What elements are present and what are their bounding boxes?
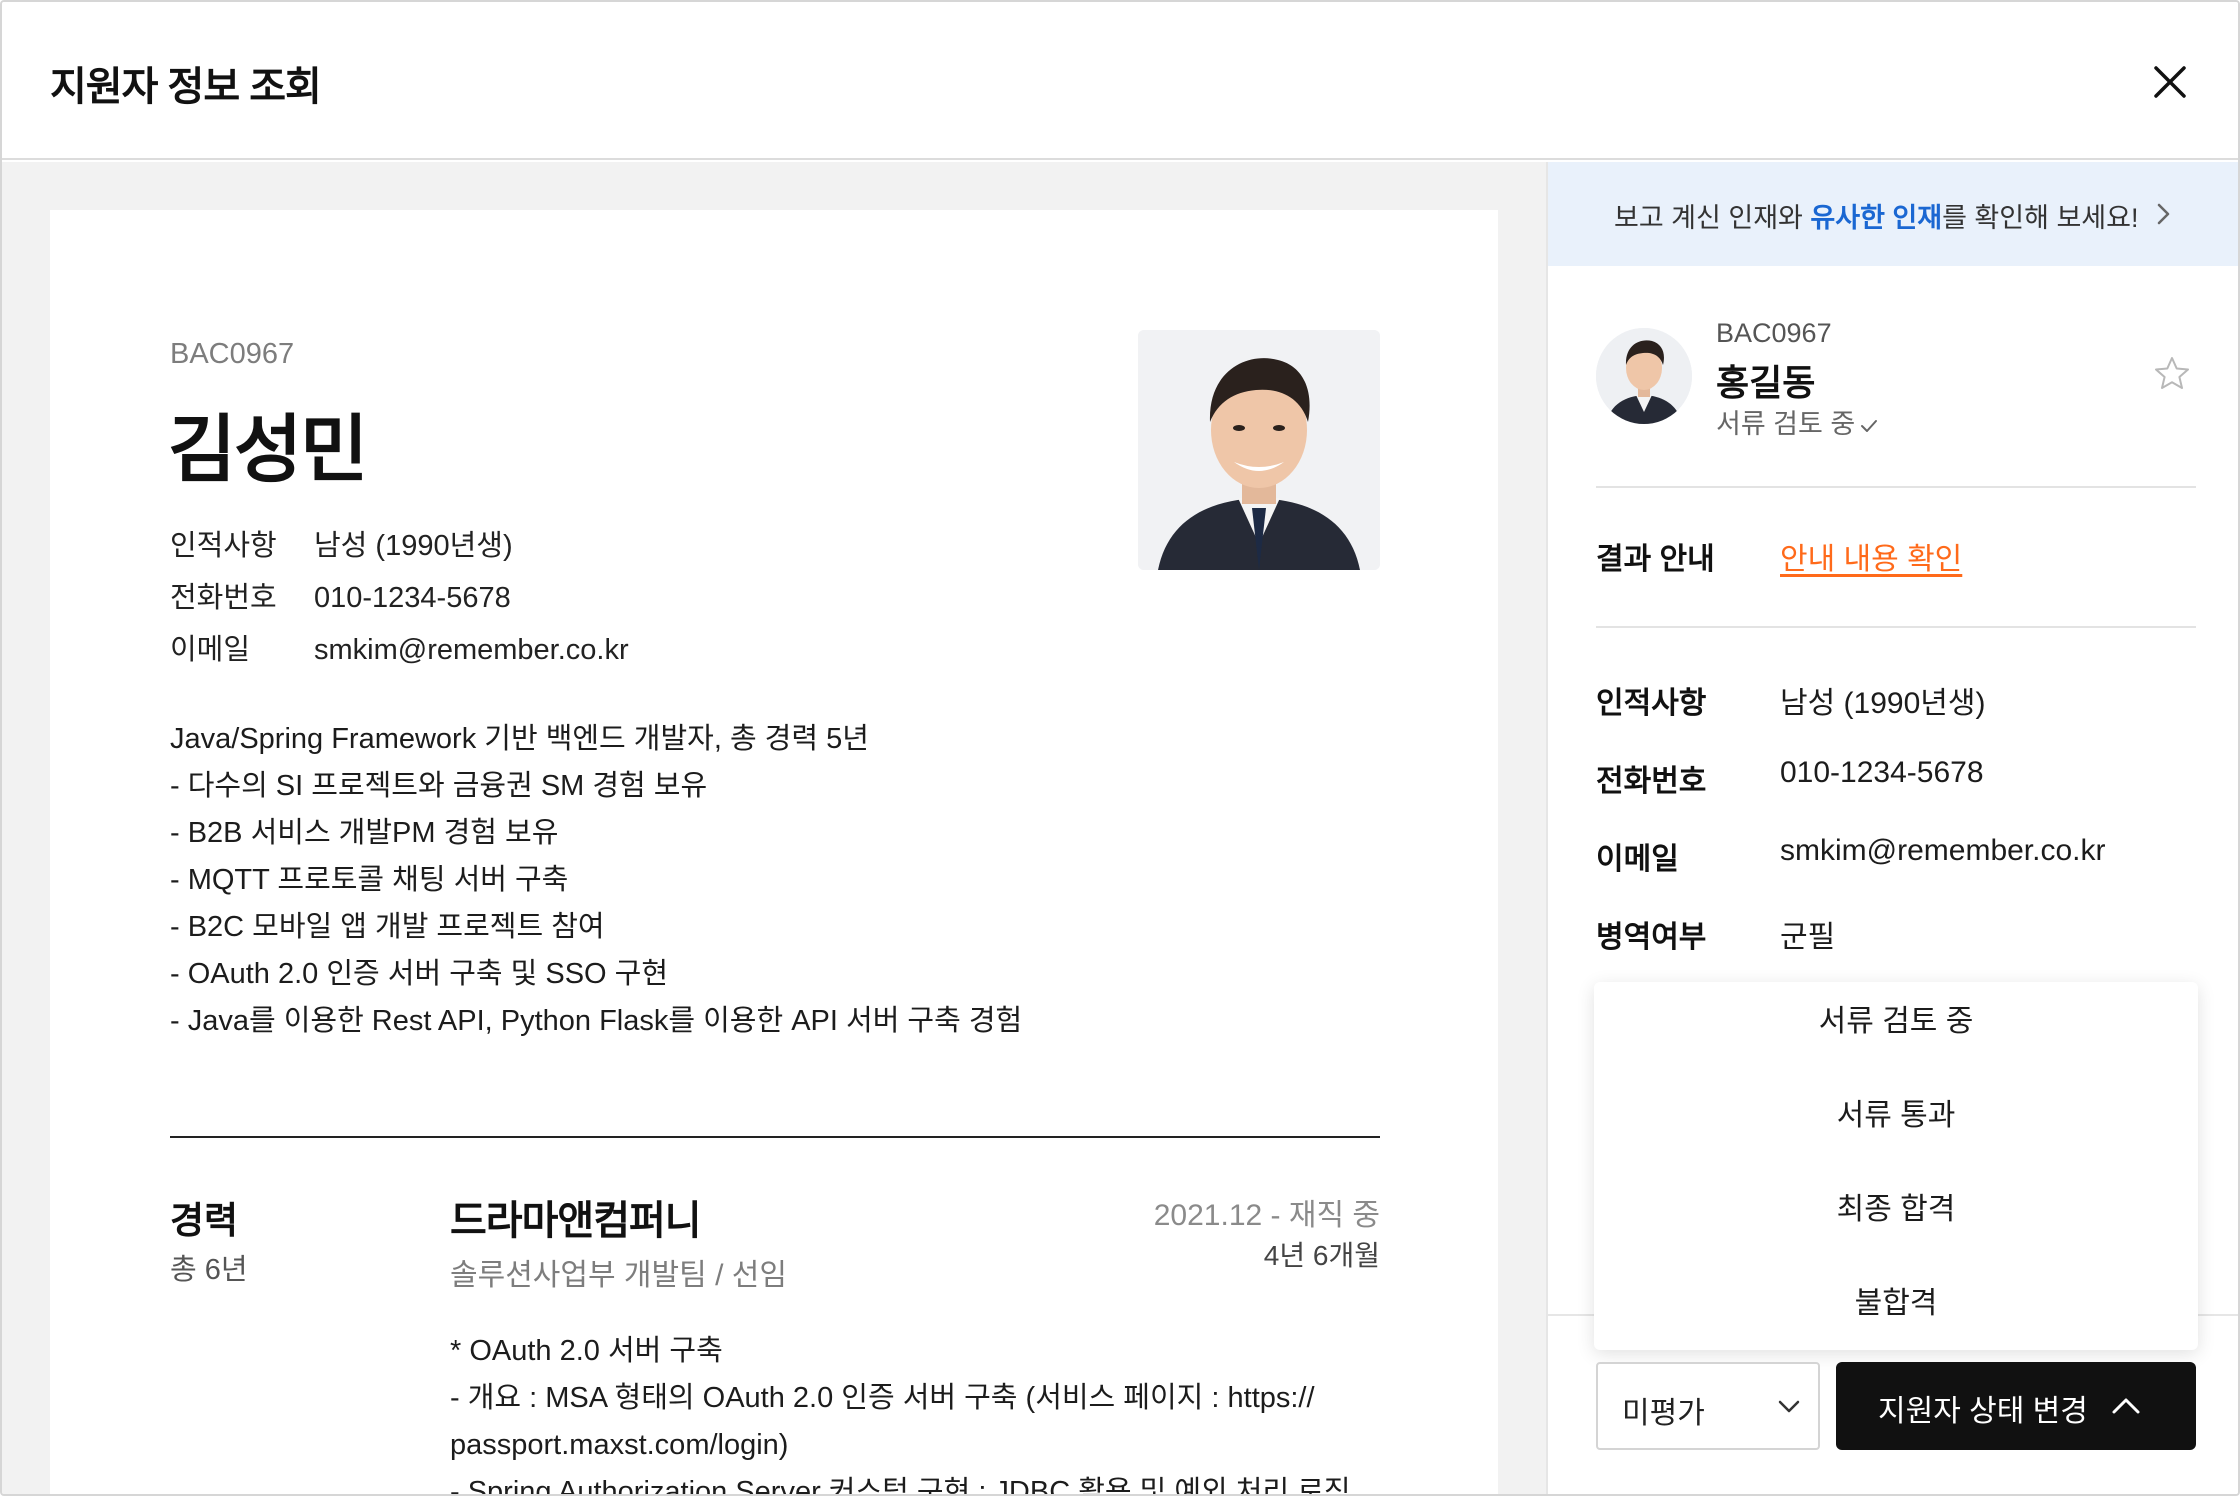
career-desc-line: - 개요 : MSA 형태의 OAuth 2.0 인증 서버 구축 (서비스 페… [450, 1382, 1315, 1414]
summary-line: - MQTT 프로토콜 채팅 서버 구축 [170, 864, 569, 896]
summary-line: Java/Spring Framework 기반 백엔드 개발자, 총 경력 5… [170, 723, 869, 755]
field-label-military: 병역여부 [1596, 921, 1707, 954]
chevron-up-icon [2112, 1398, 2140, 1414]
info-label: 인적사항 [170, 530, 277, 562]
star-icon[interactable] [2152, 354, 2192, 394]
section-divider [170, 1136, 1380, 1138]
menu-item-reviewing[interactable]: 서류 검토 중 [1594, 982, 2198, 1062]
info-label: 이메일 [170, 634, 251, 666]
field-value-phone: 010-1234-5678 [1780, 756, 1984, 789]
summary-line: - Java를 이용한 Rest API, Python Flask를 이용한 … [170, 1005, 1023, 1037]
banner-prefix: 보고 계신 인재와 [1614, 203, 1811, 233]
resume-info-phone: 전화번호 010-1234-5678 [170, 574, 511, 616]
applicant-status-toggle[interactable]: 서류 검토 중 [1716, 402, 1879, 441]
resume-code: BAC0967 [170, 338, 295, 370]
applicant-code: BAC0967 [1716, 318, 1832, 348]
career-period: 2021.12 - 재직 중 [1153, 1199, 1380, 1232]
info-value: smkim@remember.co.kr [314, 634, 629, 666]
career-duration: 4년 6개월 [1263, 1240, 1380, 1271]
applicant-status: 서류 검토 중 [1716, 409, 1856, 439]
profile-photo [1138, 330, 1380, 570]
career-title: 경력 [170, 1200, 239, 1241]
result-label: 결과 안내 [1596, 543, 1715, 576]
modal-title: 지원자 정보 조회 [50, 65, 322, 109]
resume-document: BAC0967 김성민 인적사항 남성 (1990년생) 전화번호 010-1234… [50, 210, 1498, 1496]
summary-line: - B2C 모바일 앱 개발 프로젝트 참여 [170, 911, 605, 943]
menu-item-fail[interactable]: 불합격 [1594, 1264, 2198, 1344]
avatar [1596, 328, 1692, 424]
chevron-down-icon [1778, 1400, 1800, 1413]
panel-divider [1596, 486, 2196, 488]
resume-summary: Java/Spring Framework 기반 백엔드 개발자, 총 경력 5… [170, 716, 1370, 1045]
check-icon [1861, 419, 1878, 432]
field-label-email: 이메일 [1596, 843, 1679, 876]
career-desc-line: - Spring Authorization Server 커스텀 구현 : J… [450, 1476, 1351, 1496]
similar-talent-banner[interactable]: 보고 계신 인재와 유사한 인재를 확인해 보세요! [1548, 162, 2238, 266]
banner-highlight: 유사한 인재 [1810, 203, 1943, 233]
resume-name: 김성민 [168, 408, 368, 491]
summary-line: - 다수의 SI 프로젝트와 금융권 SM 경험 보유 [170, 770, 708, 802]
applicant-modal: 지원자 정보 조회 BAC0967 김성민 인적사항 남성 (1990년생) 전화… [0, 0, 2240, 1496]
company-name: 드라마앤컴퍼니 [450, 1199, 702, 1243]
resume-area: BAC0967 김성민 인적사항 남성 (1990년생) 전화번호 010-1234… [2, 162, 1546, 1496]
close-button[interactable] [2144, 56, 2196, 108]
field-value-gender: 남성 (1990년생) [1780, 687, 1986, 720]
modal-header: 지원자 정보 조회 [2, 2, 2238, 160]
banner-suffix: 를 확인해 보세요! [1942, 203, 2139, 233]
career-description: * OAuth 2.0 서버 구축 - 개요 : MSA 형태의 OAuth 2… [450, 1328, 1380, 1496]
panel-divider [1596, 626, 2196, 628]
career-desc-line: * OAuth 2.0 서버 구축 [450, 1335, 723, 1367]
evaluation-value: 미평가 [1622, 1397, 1705, 1430]
field-value-military: 군필 [1780, 921, 1836, 954]
menu-item-final-pass[interactable]: 최종 합격 [1594, 1170, 2198, 1250]
menu-item-doc-pass[interactable]: 서류 통과 [1594, 1076, 2198, 1156]
info-label: 전화번호 [170, 582, 277, 614]
change-status-label: 지원자 상태 변경 [1878, 1395, 2088, 1428]
info-value: 010-1234-5678 [314, 582, 511, 614]
company-dept: 솔루션사업부 개발팀 / 선임 [450, 1259, 787, 1292]
summary-line: - OAuth 2.0 인증 서버 구축 및 SSO 구현 [170, 958, 669, 990]
evaluation-select[interactable]: 미평가 [1596, 1362, 1820, 1450]
info-value: 남성 (1990년생) [314, 530, 513, 562]
applicant-name: 홍길동 [1716, 362, 1816, 403]
field-label-phone: 전화번호 [1596, 765, 1707, 798]
applicant-panel: 보고 계신 인재와 유사한 인재를 확인해 보세요! BAC0967 홍길동 서… [1546, 162, 2238, 1494]
career-total: 총 6년 [170, 1254, 248, 1286]
chevron-right-icon [2157, 203, 2170, 225]
resume-info-email: 이메일 smkim@remember.co.kr [170, 626, 629, 668]
change-status-button[interactable]: 지원자 상태 변경 [1836, 1362, 2196, 1450]
status-dropdown-menu: 서류 검토 중 서류 통과 최종 합격 불합격 [1594, 982, 2198, 1350]
field-label-gender: 인적사항 [1596, 687, 1707, 720]
resume-info-gender: 인적사항 남성 (1990년생) [170, 522, 513, 564]
banner-text: 보고 계신 인재와 유사한 인재를 확인해 보세요! [1614, 196, 2138, 235]
career-desc-line: passport.maxst.com/login) [450, 1429, 789, 1461]
summary-line: - B2B 서비스 개발PM 경험 보유 [170, 817, 559, 849]
field-value-email: smkim@remember.co.kr [1780, 834, 2106, 867]
close-icon [2154, 66, 2186, 98]
result-link[interactable]: 안내 내용 확인 [1780, 534, 1962, 578]
